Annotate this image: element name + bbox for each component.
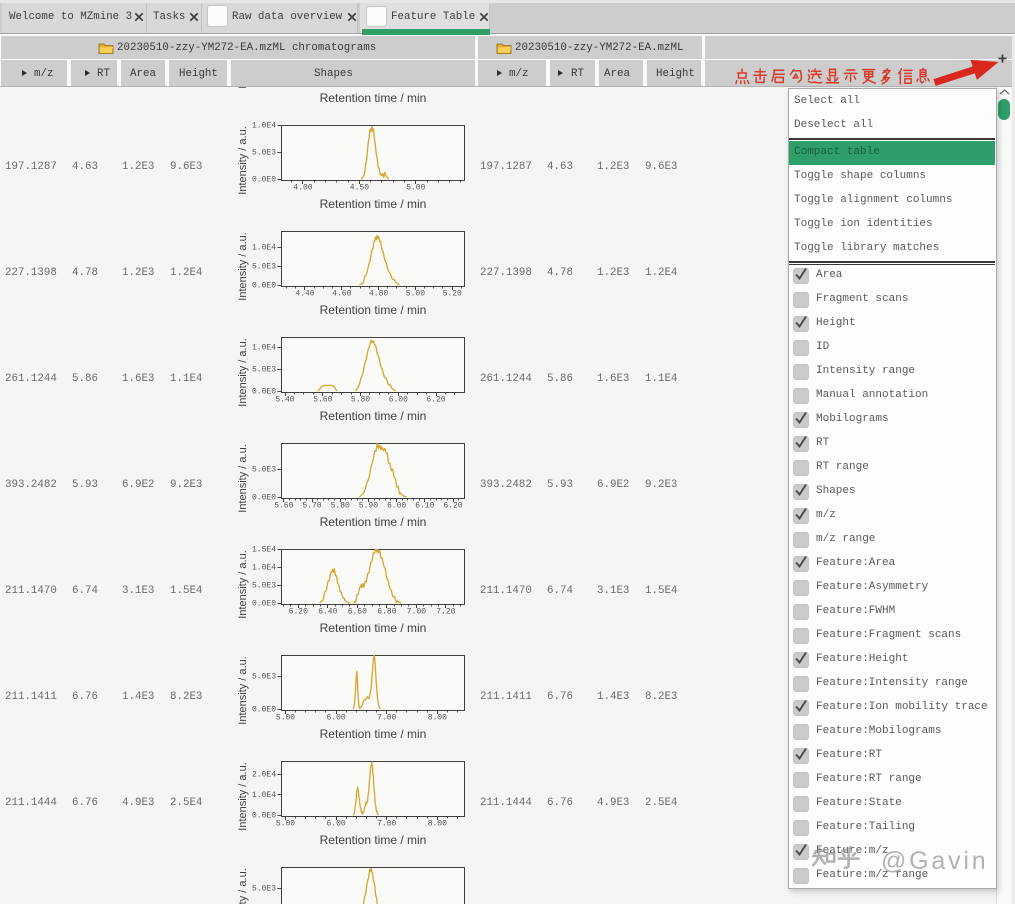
svg-text:5.60: 5.60 [313, 396, 332, 405]
svg-text:6.40: 6.40 [318, 608, 337, 617]
svg-text:0.0E0: 0.0E0 [252, 388, 276, 397]
svg-text:1.0E4: 1.0E4 [252, 791, 276, 800]
svg-text:0.0E0: 0.0E0 [252, 176, 276, 185]
svg-text:4.60: 4.60 [332, 290, 351, 299]
svg-text:Retention time / min: Retention time / min [320, 515, 427, 529]
svg-text:6.20: 6.20 [426, 396, 445, 405]
svg-text:Intensity / a.u.: Intensity / a.u. [237, 656, 249, 724]
svg-text:Retention time / min: Retention time / min [320, 621, 427, 635]
svg-text:4.40: 4.40 [295, 290, 314, 299]
svg-text:6.20: 6.20 [443, 502, 462, 511]
svg-text:Intensity / a.u.: Intensity / a.u. [237, 232, 249, 300]
svg-text:Retention time / min: Retention time / min [320, 727, 427, 741]
svg-text:5.80: 5.80 [331, 502, 350, 511]
svg-text:5.0E3: 5.0E3 [252, 149, 276, 158]
svg-text:Retention time / min: Retention time / min [320, 303, 427, 317]
svg-text:5.0E3: 5.0E3 [252, 263, 276, 272]
svg-text:5.0E3: 5.0E3 [252, 582, 276, 591]
svg-text:Retention time / min: Retention time / min [320, 91, 427, 105]
svg-text:0.0E0: 0.0E0 [252, 600, 276, 609]
svg-text:6.00: 6.00 [326, 714, 345, 723]
svg-text:Intensity / a.u.: Intensity / a.u. [237, 762, 249, 830]
svg-text:8.00: 8.00 [428, 820, 447, 829]
svg-text:5.70: 5.70 [302, 502, 321, 511]
svg-text:4.50: 4.50 [350, 184, 369, 193]
svg-text:2.0E4: 2.0E4 [252, 771, 276, 780]
svg-text:Intensity / a.u.: Intensity / a.u. [237, 126, 249, 194]
svg-text:4.80: 4.80 [369, 290, 388, 299]
svg-text:1.5E4: 1.5E4 [252, 546, 276, 555]
svg-text:5.80: 5.80 [351, 396, 370, 405]
svg-text:6.00: 6.00 [389, 396, 408, 405]
svg-text:1.0E4: 1.0E4 [252, 564, 276, 573]
svg-text:5.0E3: 5.0E3 [252, 366, 276, 375]
svg-text:5.00: 5.00 [276, 820, 295, 829]
svg-text:5.0E3: 5.0E3 [252, 466, 276, 475]
svg-text:Intensity / a.u.: Intensity / a.u. [237, 338, 249, 406]
svg-text:6.60: 6.60 [348, 608, 367, 617]
svg-text:@Gavin: @Gavin [881, 847, 989, 875]
svg-text:6.20: 6.20 [289, 608, 308, 617]
svg-text:Intensity / a.u.: Intensity / a.u. [237, 87, 249, 89]
svg-text:1.0E4: 1.0E4 [252, 344, 276, 353]
svg-text:5.00: 5.00 [406, 290, 425, 299]
svg-text:0.0E0: 0.0E0 [252, 282, 276, 291]
svg-text:0.0E0: 0.0E0 [252, 706, 276, 715]
svg-text:5.00: 5.00 [276, 714, 295, 723]
svg-text:1.0E4: 1.0E4 [252, 244, 276, 253]
svg-text:4.00: 4.00 [293, 184, 312, 193]
svg-text:6.80: 6.80 [377, 608, 396, 617]
svg-text:7.20: 7.20 [436, 608, 455, 617]
svg-text:8.00: 8.00 [428, 714, 447, 723]
svg-text:Retention time / min: Retention time / min [320, 197, 427, 211]
svg-text:0.0E0: 0.0E0 [252, 812, 276, 821]
svg-text:7.00: 7.00 [407, 608, 426, 617]
svg-text:5.20: 5.20 [443, 290, 462, 299]
svg-text:5.0E3: 5.0E3 [252, 673, 276, 682]
svg-text:5.0E3: 5.0E3 [252, 885, 276, 894]
svg-text:5.40: 5.40 [275, 396, 294, 405]
svg-text:Intensity / a.u.: Intensity / a.u. [237, 550, 249, 618]
svg-text:7.00: 7.00 [377, 820, 396, 829]
svg-text:Retention time / min: Retention time / min [320, 409, 427, 423]
svg-text:7.00: 7.00 [377, 714, 396, 723]
svg-text:Intensity / a.u.: Intensity / a.u. [237, 868, 249, 904]
svg-text:6.10: 6.10 [415, 502, 434, 511]
svg-text:Retention time / min: Retention time / min [320, 833, 427, 847]
svg-text:5.60: 5.60 [274, 502, 293, 511]
svg-text:0.0E0: 0.0E0 [252, 494, 276, 503]
svg-text:6.00: 6.00 [326, 820, 345, 829]
svg-text:1.0E4: 1.0E4 [252, 122, 276, 131]
svg-text:Intensity / a.u.: Intensity / a.u. [237, 444, 249, 512]
svg-text:5.90: 5.90 [359, 502, 378, 511]
svg-text:6.00: 6.00 [387, 502, 406, 511]
svg-text:5.00: 5.00 [406, 184, 425, 193]
